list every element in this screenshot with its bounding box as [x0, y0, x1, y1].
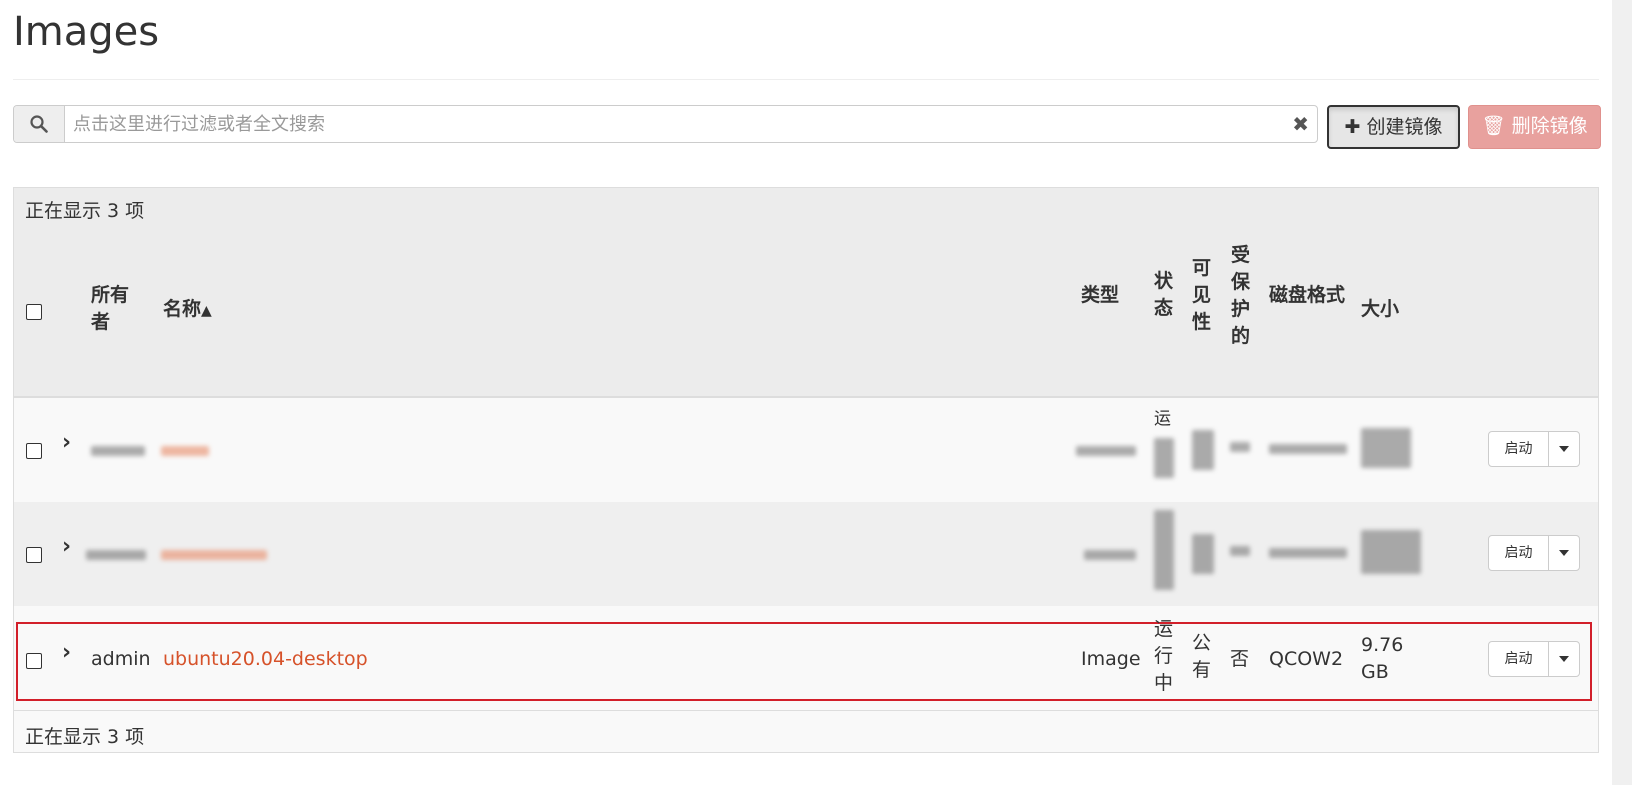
- size-cell: 9.76 GB: [1361, 634, 1404, 683]
- th-visibility[interactable]: 可见性: [1192, 255, 1214, 336]
- protected-cell: 否: [1230, 648, 1250, 670]
- type-redacted: [1076, 446, 1136, 456]
- protected-redacted: [1230, 546, 1250, 556]
- launch-action-group: 启动: [1488, 431, 1580, 467]
- expand-chevron-icon[interactable]: ›: [62, 640, 71, 665]
- launch-action-group: 启动: [1488, 641, 1580, 677]
- actions-dropdown-toggle[interactable]: [1549, 432, 1579, 466]
- search-icon: [14, 106, 65, 142]
- showing-count-bottom: 正在显示 3 项: [25, 726, 145, 748]
- visibility-cell: 公有: [1192, 632, 1212, 681]
- page-scrollbar[interactable]: [1612, 0, 1632, 785]
- delete-images-label: 删除镜像: [1511, 115, 1588, 137]
- owner-redacted: [86, 550, 146, 560]
- status-redacted: [1154, 438, 1174, 478]
- search-input[interactable]: [65, 106, 1265, 142]
- visibility-redacted: [1192, 534, 1214, 574]
- disk-format-redacted: [1269, 444, 1347, 454]
- search-icon-svg: [30, 115, 48, 133]
- title-divider: [13, 79, 1599, 80]
- status-redacted: [1154, 510, 1174, 590]
- table-header: 正在显示 3 项 所有者 名称▲ 类型 状态 可见性 受保护的 磁盘格式 大小: [14, 188, 1598, 398]
- th-type[interactable]: 类型: [1081, 282, 1119, 309]
- th-status[interactable]: 状态: [1154, 268, 1176, 322]
- disk-format-cell: QCOW2: [1269, 648, 1344, 670]
- search-group: ✖: [13, 105, 1318, 143]
- th-name-label: 名称: [163, 298, 202, 320]
- status-text: 运: [1154, 409, 1171, 429]
- size-redacted: [1361, 530, 1421, 574]
- type-cell: Image: [1081, 648, 1141, 670]
- launch-button[interactable]: 启动: [1489, 642, 1549, 676]
- expand-chevron-icon[interactable]: ›: [62, 430, 71, 455]
- delete-images-button[interactable]: 🗑 删除镜像: [1468, 105, 1601, 149]
- owner-cell: admin: [91, 648, 151, 670]
- th-owner[interactable]: 所有者: [91, 282, 135, 336]
- th-protected[interactable]: 受保护的: [1231, 242, 1253, 350]
- launch-action-group: 启动: [1488, 535, 1580, 571]
- image-name-link[interactable]: ubuntu20.04-desktop: [163, 646, 368, 673]
- plus-icon: ✚: [1344, 116, 1361, 138]
- showing-count-top: 正在显示 3 项: [25, 200, 145, 222]
- create-image-button[interactable]: ✚ 创建镜像: [1327, 105, 1460, 149]
- type-redacted: [1084, 550, 1136, 560]
- th-disk-format[interactable]: 磁盘格式: [1269, 282, 1359, 309]
- table-row-selected: › admin ubuntu20.04-desktop Image 运行中 公有…: [14, 606, 1598, 711]
- owner-redacted: [91, 446, 145, 456]
- status-cell: 运行中: [1154, 618, 1174, 694]
- select-all-checkbox[interactable]: [26, 304, 42, 320]
- table-row: › 运 启动: [14, 398, 1598, 503]
- table-row: › 启动: [14, 502, 1598, 607]
- th-name[interactable]: 名称▲: [163, 296, 212, 325]
- row-checkbox[interactable]: [26, 547, 42, 563]
- row-checkbox[interactable]: [26, 443, 42, 459]
- th-size[interactable]: 大小: [1361, 296, 1399, 323]
- disk-format-redacted: [1269, 548, 1347, 558]
- images-table: 正在显示 3 项 所有者 名称▲ 类型 状态 可见性 受保护的 磁盘格式 大小 …: [13, 187, 1599, 753]
- sort-asc-icon: ▲: [201, 303, 212, 319]
- page-title: Images: [13, 9, 160, 55]
- create-image-label: 创建镜像: [1366, 116, 1443, 138]
- times-icon[interactable]: ✖: [1292, 112, 1309, 136]
- size-redacted: [1361, 428, 1411, 468]
- row-checkbox[interactable]: [26, 653, 42, 669]
- actions-dropdown-toggle[interactable]: [1549, 536, 1579, 570]
- trash-icon: 🗑: [1481, 115, 1506, 137]
- name-redacted[interactable]: [161, 446, 209, 456]
- visibility-redacted: [1192, 430, 1214, 470]
- launch-button[interactable]: 启动: [1489, 432, 1549, 466]
- launch-button[interactable]: 启动: [1489, 536, 1549, 570]
- expand-chevron-icon[interactable]: ›: [62, 534, 71, 559]
- protected-redacted: [1230, 442, 1250, 452]
- name-redacted[interactable]: [161, 550, 267, 560]
- actions-dropdown-toggle[interactable]: [1549, 642, 1579, 676]
